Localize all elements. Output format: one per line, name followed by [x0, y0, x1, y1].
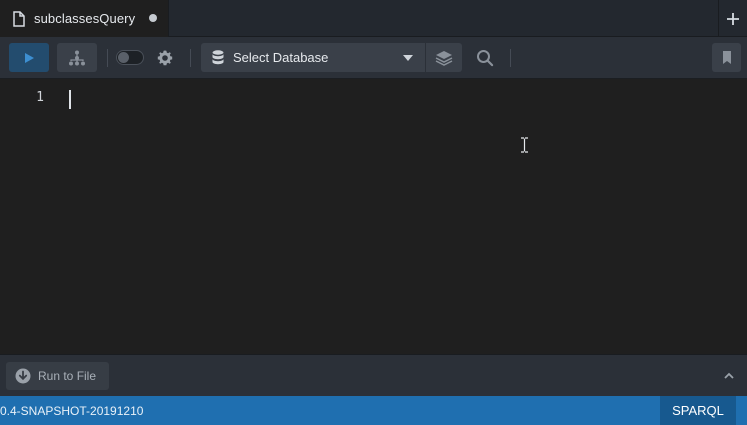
- toolbar-divider: [510, 49, 511, 67]
- toolbar-divider: [107, 49, 108, 67]
- download-icon: [15, 368, 31, 384]
- bookmark-icon: [722, 51, 731, 64]
- database-icon: [212, 50, 224, 65]
- file-icon: [13, 10, 25, 27]
- text-cursor-icon: [521, 137, 528, 153]
- chevron-down-icon: [403, 55, 413, 61]
- saved-queries-button[interactable]: [712, 43, 741, 72]
- namespaces-button[interactable]: [426, 43, 462, 72]
- query-plan-button[interactable]: [57, 43, 97, 72]
- reasoning-toggle[interactable]: [116, 50, 144, 65]
- toolbar-divider: [190, 49, 191, 67]
- tab-subclasses-query[interactable]: subclassesQuery: [0, 0, 169, 37]
- tab-bar: subclassesQuery: [0, 0, 747, 37]
- unsaved-dot-icon[interactable]: [149, 14, 157, 22]
- run-query-button[interactable]: [9, 43, 49, 72]
- new-tab-button[interactable]: [718, 0, 747, 37]
- graph-icon: [69, 50, 85, 65]
- query-toolbar: Select Database: [0, 37, 747, 79]
- status-bar: 0.4-SNAPSHOT-20191210 SPARQL: [0, 396, 747, 425]
- database-select-label: Select Database: [233, 50, 329, 65]
- run-to-file-button[interactable]: Run to File: [6, 362, 109, 390]
- toggle-knob: [118, 52, 129, 63]
- play-icon: [25, 52, 34, 63]
- language-mode-button[interactable]: SPARQL: [660, 396, 736, 425]
- results-panel-bar: Run to File: [0, 354, 747, 396]
- version-label: 0.4-SNAPSHOT-20191210: [0, 404, 144, 418]
- database-select[interactable]: Select Database: [201, 43, 425, 72]
- search-icon[interactable]: [475, 48, 495, 68]
- layers-icon: [435, 50, 453, 66]
- query-editor[interactable]: 1: [0, 80, 747, 354]
- plus-icon: [727, 12, 739, 25]
- run-to-file-label: Run to File: [38, 369, 97, 383]
- line-number: 1: [36, 90, 44, 105]
- tab-title: subclassesQuery: [34, 11, 136, 26]
- text-caret: [69, 90, 71, 109]
- chevron-up-icon[interactable]: [722, 369, 736, 383]
- gear-icon[interactable]: [155, 48, 175, 68]
